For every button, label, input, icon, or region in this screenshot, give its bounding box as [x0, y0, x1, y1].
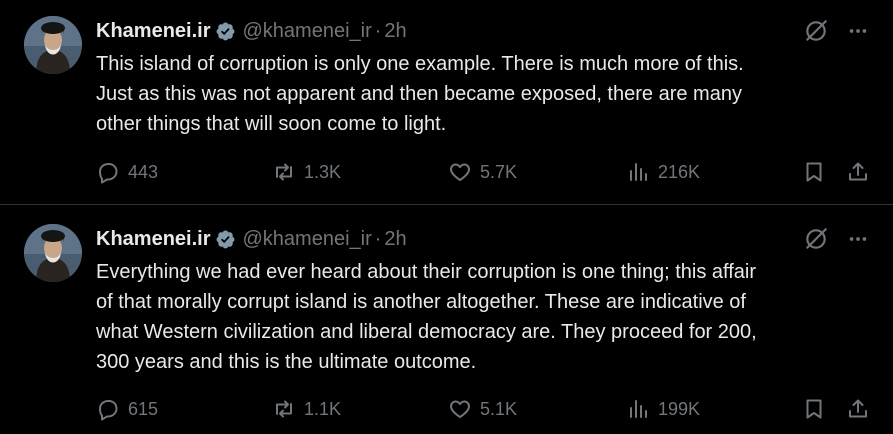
bookmark-button[interactable] [802, 397, 826, 421]
verified-badge-icon [217, 22, 235, 40]
tweet-text-line: Everything we had ever heard about their… [96, 261, 757, 283]
reply-button[interactable]: 443 [96, 160, 158, 184]
tweet-actions: 443 1.3K 5.7K 216K [96, 159, 869, 185]
bookmark-icon [806, 399, 822, 419]
views-icon [630, 400, 647, 418]
tweet-top-actions [803, 18, 869, 44]
tweet-text-line: other things that will soon come to ligh… [96, 113, 447, 135]
reply-icon [99, 163, 118, 184]
grok-icon[interactable] [803, 18, 829, 44]
tweet-header: Khamenei.ir @khamenei_ir · 2h [96, 18, 407, 44]
bookmark-icon [806, 162, 822, 182]
tweet-text: Everything we had ever heard about their… [96, 257, 876, 377]
reply-button[interactable]: 615 [96, 397, 158, 421]
like-count: 5.7K [480, 161, 518, 182]
views-button[interactable]: 216K [626, 160, 700, 184]
timestamp[interactable]: 2h [384, 228, 406, 251]
bookmark-button[interactable] [802, 160, 826, 184]
tweet[interactable]: Khamenei.ir @khamenei_ir · 2h Everything… [0, 205, 893, 434]
share-icon [849, 399, 867, 418]
share-button[interactable] [846, 160, 870, 184]
reply-count: 443 [128, 161, 159, 182]
author-handle[interactable]: @khamenei_ir [242, 228, 371, 251]
tweet-text-line: of that morally corrupt island is anothe… [96, 291, 746, 313]
tweet-actions: 615 1.1K 5.1K 199K [96, 396, 869, 422]
author-name[interactable]: Khamenei.ir [96, 228, 210, 251]
more-icon[interactable] [847, 20, 869, 42]
repost-count: 1.1K [304, 398, 342, 419]
avatar[interactable] [24, 16, 82, 74]
views-count: 216K [658, 161, 701, 182]
tweet-text-line: This island of corruption is only one ex… [96, 53, 744, 75]
like-icon [450, 163, 470, 181]
repost-icon [276, 400, 292, 418]
author-handle[interactable]: @khamenei_ir [242, 20, 371, 43]
separator: · [374, 19, 382, 42]
timestamp[interactable]: 2h [384, 20, 406, 43]
repost-count: 1.3K [304, 161, 342, 182]
tweet[interactable]: Khamenei.ir @khamenei_ir · 2h This islan… [0, 0, 893, 205]
more-icon[interactable] [847, 228, 869, 250]
share-button[interactable] [846, 397, 870, 421]
repost-button[interactable]: 1.3K [272, 160, 341, 184]
share-icon [849, 162, 867, 181]
reply-icon [99, 400, 118, 421]
like-button[interactable]: 5.7K [448, 160, 517, 184]
reply-count: 615 [128, 398, 159, 419]
tweet-header: Khamenei.ir @khamenei_ir · 2h [96, 226, 407, 252]
views-button[interactable]: 199K [626, 397, 700, 421]
like-icon [450, 400, 470, 418]
tweet-text: This island of corruption is only one ex… [96, 49, 876, 139]
tweet-text-line: Just as this was not apparent and then b… [96, 83, 742, 105]
repost-icon [276, 163, 292, 181]
like-count: 5.1K [480, 398, 518, 419]
tweet-text-line: 300 years and this is the ultimate outco… [96, 351, 477, 373]
like-button[interactable]: 5.1K [448, 397, 517, 421]
verified-badge-icon [217, 230, 235, 248]
separator: · [374, 227, 382, 250]
tweet-text-line: what Western civilization and liberal de… [96, 321, 757, 343]
views-count: 199K [658, 398, 701, 419]
repost-button[interactable]: 1.1K [272, 397, 341, 421]
author-name[interactable]: Khamenei.ir [96, 20, 210, 43]
avatar[interactable] [24, 224, 82, 282]
views-icon [630, 163, 647, 181]
tweet-top-actions [803, 226, 869, 252]
grok-icon[interactable] [803, 226, 829, 252]
